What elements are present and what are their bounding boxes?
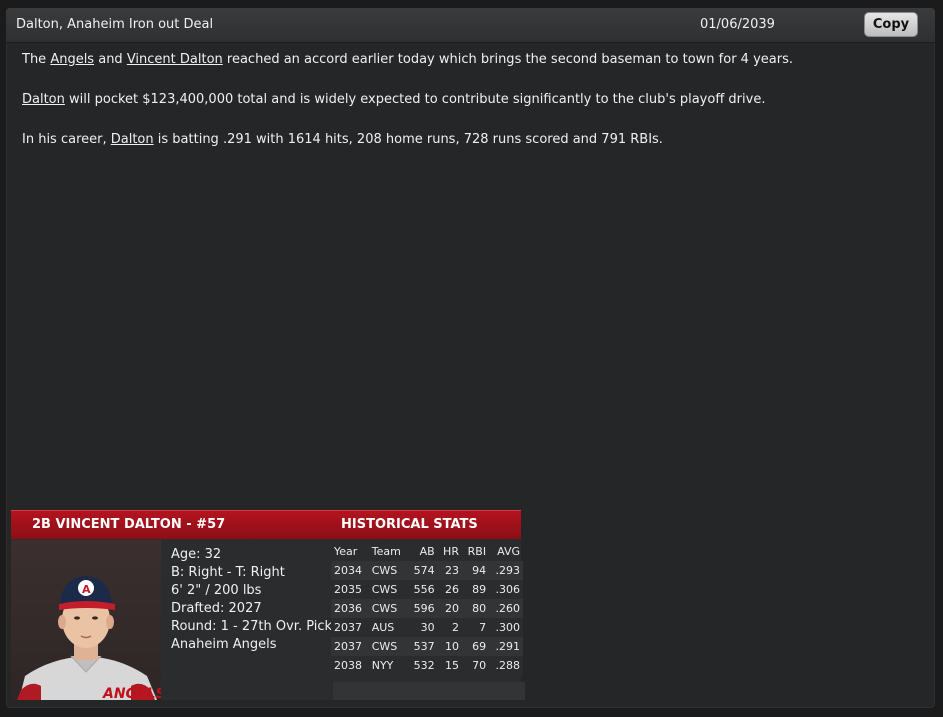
news-header: Dalton, Anaheim Iron out Deal 01/06/2039…	[6, 8, 935, 43]
cell-avg: .300	[489, 618, 523, 637]
cell-year: 2038	[331, 656, 369, 675]
player-card: 2B VINCENT DALTON - #57 HISTORICAL STATS…	[11, 510, 525, 700]
cell-year: 2035	[331, 580, 369, 599]
col-hr: HR	[443, 545, 459, 558]
bio-team[interactable]: Anaheim Angels	[171, 636, 332, 654]
bio-bats-throws: B: Right - T: Right	[171, 565, 285, 580]
player-link-vincent-dalton[interactable]: Vincent Dalton	[127, 52, 223, 67]
col-ab: AB	[419, 545, 435, 558]
cell-rbi: 89	[461, 580, 490, 599]
copy-button[interactable]: Copy	[864, 12, 918, 37]
text-segment: and	[94, 52, 127, 67]
table-row: 2037 CWS 537 10 69 .291	[331, 637, 523, 656]
cell-ab: 574	[407, 561, 438, 580]
cell-team[interactable]: CWS	[368, 599, 408, 618]
text-segment: In his career,	[22, 132, 111, 147]
col-year: Year	[334, 545, 358, 558]
cell-year: 2034	[331, 561, 369, 580]
cell-ab: 556	[407, 580, 438, 599]
cell-rbi: 69	[461, 637, 490, 656]
text-segment: will pocket $123,400,000 total and is wi…	[64, 92, 766, 107]
player-name-line[interactable]: 2B VINCENT DALTON - #57	[32, 517, 225, 532]
player-link-dalton[interactable]: Dalton	[111, 132, 154, 147]
cell-avg: .306	[489, 580, 523, 599]
cell-year: 2037	[331, 637, 369, 656]
cell-ab: 596	[407, 599, 438, 618]
historical-stats-title: HISTORICAL STATS	[341, 517, 478, 532]
bio-round: Round: 1 - 27th Ovr. Pick	[171, 619, 333, 634]
cell-rbi: 70	[461, 656, 490, 675]
article-paragraph-1: The Angels and Vincent Dalton reached an…	[22, 51, 922, 69]
table-row: 2037 AUS 30 2 7 .300	[331, 618, 523, 637]
article-paragraph-2: Dalton will pocket $123,400,000 total an…	[22, 91, 922, 109]
cell-team[interactable]: CWS	[368, 580, 408, 599]
historical-stats-table: Year Team AB HR RBI AVG 2034 CWS 574 23	[331, 542, 523, 675]
stats-footer-row	[333, 682, 525, 700]
svg-text:ANGELS: ANGELS	[102, 686, 161, 700]
text-segment: is batting .291 with 1614 hits, 208 home…	[153, 132, 663, 147]
player-photo-graphic: ANGELS A	[17, 576, 161, 700]
team-link-angels[interactable]: Angels	[50, 52, 94, 67]
cell-ab: 30	[407, 618, 438, 637]
col-avg: AVG	[497, 545, 520, 558]
cell-team[interactable]: CWS	[368, 637, 408, 656]
cell-team[interactable]: CWS	[368, 561, 408, 580]
cell-rbi: 94	[461, 561, 490, 580]
cell-year: 2037	[331, 618, 369, 637]
player-photo: ANGELS A	[11, 540, 161, 700]
cell-team[interactable]: NYY	[368, 656, 408, 675]
cell-avg: .260	[489, 599, 523, 618]
player-link-dalton[interactable]: Dalton	[22, 92, 65, 107]
stats-header-row: Year Team AB HR RBI AVG	[331, 542, 523, 561]
cell-rbi: 80	[461, 599, 490, 618]
cell-hr: 15	[437, 656, 462, 675]
cell-rbi: 7	[461, 618, 490, 637]
cell-hr: 2	[437, 618, 462, 637]
table-row: 2035 CWS 556 26 89 .306	[331, 580, 523, 599]
cell-team[interactable]: AUS	[368, 618, 408, 637]
table-row: 2034 CWS 574 23 94 .293	[331, 561, 523, 580]
news-date: 01/06/2039	[700, 17, 775, 32]
table-row: 2036 CWS 596 20 80 .260	[331, 599, 523, 618]
news-panel: Dalton, Anaheim Iron out Deal 01/06/2039…	[6, 8, 935, 708]
cell-ab: 537	[407, 637, 438, 656]
player-card-header: 2B VINCENT DALTON - #57 HISTORICAL STATS	[11, 510, 521, 539]
cell-avg: .288	[489, 656, 523, 675]
headline: Dalton, Anaheim Iron out Deal	[16, 17, 214, 32]
cell-hr: 20	[437, 599, 462, 618]
cell-avg: .291	[489, 637, 523, 656]
cell-avg: .293	[489, 561, 523, 580]
cell-ab: 532	[407, 656, 438, 675]
text-segment: The	[22, 52, 51, 67]
bio-height-weight: 6' 2" / 200 lbs	[171, 583, 262, 598]
cell-hr: 26	[437, 580, 462, 599]
bio-drafted: Drafted: 2027	[171, 601, 262, 616]
col-rbi: RBI	[467, 545, 487, 558]
table-row: 2038 NYY 532 15 70 .288	[331, 656, 523, 675]
text-segment: reached an accord earlier today which br…	[222, 52, 793, 67]
cell-hr: 10	[437, 637, 462, 656]
svg-text:A: A	[82, 583, 91, 596]
bio-age: Age: 32	[171, 547, 222, 562]
col-team: Team	[371, 545, 401, 558]
player-bio: Age: 32 B: Right - T: Right 6' 2" / 200 …	[171, 546, 332, 654]
article-paragraph-3: In his career, Dalton is batting .291 wi…	[22, 131, 922, 149]
article-body: The Angels and Vincent Dalton reached an…	[22, 51, 922, 171]
cell-hr: 23	[437, 561, 462, 580]
cell-year: 2036	[331, 599, 369, 618]
